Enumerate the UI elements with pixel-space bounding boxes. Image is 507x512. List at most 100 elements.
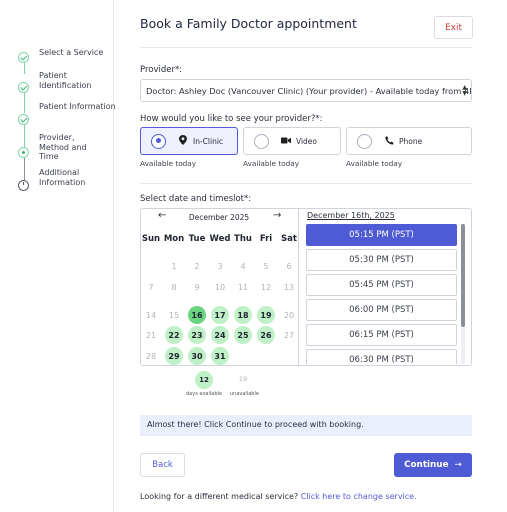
video-camera-icon [281, 137, 291, 146]
calendar-day-available[interactable]: 26 [257, 326, 275, 344]
weekday-header: Sat [281, 234, 297, 244]
weekday-header: Tue [188, 234, 206, 244]
legend-unavailable-label: unavailable [230, 391, 259, 397]
stepper-connector [23, 124, 25, 147]
calendar-day-unavailable: 11 [237, 282, 249, 292]
calendar-day-unavailable: 9 [194, 282, 200, 292]
calendar-day-available[interactable]: 19 [257, 306, 275, 324]
select-caret-icon: ▲ ▼ [462, 84, 467, 97]
location-pin-icon [178, 135, 188, 147]
calendar-day-unavailable: 4 [240, 261, 246, 271]
calendar-day-unavailable: 21 [145, 330, 157, 340]
step-label: Provider, Method and Time [39, 133, 87, 161]
weekday-header: Sun [141, 234, 161, 244]
timeslot-list: 05:15 PM (PST) 05:30 PM (PST) 05:45 PM (PS… [306, 224, 458, 364]
visit-option-video[interactable]: Video [243, 127, 341, 155]
calendar-day-available[interactable]: 22 [165, 326, 183, 344]
step-label: Patient Information [39, 102, 116, 111]
provider-select-value: Doctor: Ashley Doc (Vancouver Clinic) (Y… [146, 86, 472, 96]
checkmark-icon [18, 82, 29, 93]
back-button[interactable]: Back [140, 453, 185, 477]
calendar-day-available[interactable]: 31 [211, 347, 229, 365]
calendar-divider [298, 208, 299, 366]
change-service-link[interactable]: Click here to change service. [301, 492, 417, 501]
date-time-label: Select date and timeslot*: [140, 194, 252, 204]
availability-text: Available today [346, 159, 403, 168]
section-divider [140, 183, 472, 184]
timeslot-button[interactable]: 06:00 PM (PST) [306, 299, 457, 321]
continue-label: Continue [404, 460, 449, 470]
phone-icon [384, 135, 394, 147]
calendar-day-available[interactable]: 30 [188, 347, 206, 365]
availability-text: Available today [243, 159, 300, 168]
weekday-header: Fri [259, 234, 273, 244]
calendar-day-unavailable: 20 [283, 310, 295, 320]
continue-button[interactable]: Continue → [394, 453, 472, 477]
timeslot-button[interactable]: 06:30 PM (PST) [306, 349, 457, 364]
footer-question: Looking for a different medical service? [140, 492, 299, 501]
info-notice: Almost there! Click Continue to proceed … [140, 415, 472, 436]
step-label: Patient Identification [39, 71, 92, 90]
page-title: Book a Family Doctor appointment [140, 16, 357, 31]
calendar-day-unavailable: 12 [260, 282, 272, 292]
provider-select[interactable]: Doctor: Ashley Doc (Vancouver Clinic) (Y… [140, 79, 472, 102]
radio-button[interactable] [151, 133, 166, 149]
weekday-header: Thu [234, 234, 252, 244]
timeslot-scrollbar-thumb[interactable] [461, 224, 465, 327]
calendar-day-available[interactable]: 18 [234, 306, 252, 324]
visit-option-label: Phone [399, 136, 423, 146]
calendar-day-unavailable: 27 [283, 330, 295, 340]
timeslot-button[interactable]: 05:45 PM (PST) [306, 274, 457, 296]
radio-button[interactable] [254, 133, 269, 149]
calendar-day-unavailable: 5 [263, 261, 269, 271]
visit-option-in-clinic[interactable]: In-Clinic [140, 127, 238, 155]
radio-button[interactable] [357, 133, 372, 149]
checkmark-icon [18, 114, 29, 125]
calendar-day-unavailable: 14 [145, 310, 157, 320]
timeslot-button[interactable]: 05:30 PM (PST) [306, 249, 457, 271]
visit-option-label: In-Clinic [193, 136, 224, 146]
step-label: Select a Service [39, 48, 104, 57]
legend-available-badge: 12 [195, 371, 213, 389]
calendar-day-available[interactable]: 29 [165, 347, 183, 365]
calendar-day-unavailable: 6 [286, 261, 292, 271]
weekday-header: Wed [209, 234, 231, 244]
calendar-day-available[interactable]: 16 [188, 306, 206, 324]
calendar-day-available[interactable]: 24 [211, 326, 229, 344]
footer-text: Looking for a different medical service?… [140, 492, 417, 501]
calendar-day-unavailable: 7 [148, 282, 154, 292]
calendar-day-available[interactable]: 25 [234, 326, 252, 344]
legend-available-label: days available [186, 391, 222, 397]
stepper-connector [23, 92, 25, 113]
visit-type-label: How would you like to see your provider?… [140, 114, 323, 124]
calendar-day-unavailable: 8 [171, 282, 177, 292]
calendar-day-unavailable: 2 [194, 261, 200, 271]
calendar-day-unavailable: 1 [171, 261, 177, 271]
section-divider [140, 435, 472, 436]
timeslot-button[interactable]: 05:15 PM (PST) [306, 224, 457, 246]
legend-unavailable-count: 19 [238, 375, 248, 383]
stepper-connector [23, 158, 25, 180]
pending-step-icon [18, 180, 29, 191]
current-step-icon [18, 147, 29, 158]
checkmark-icon [18, 52, 29, 63]
calendar-day-unavailable: 3 [217, 261, 223, 271]
header-divider [140, 47, 472, 48]
step-label: Additional Information [39, 168, 86, 187]
weekday-header: Mon [163, 234, 185, 244]
calendar-day-unavailable: 28 [145, 351, 157, 361]
calendar-day-unavailable: 13 [283, 282, 295, 292]
next-month-icon[interactable]: → [273, 210, 281, 221]
arrow-right-icon: → [454, 460, 462, 470]
provider-label: Provider*: [140, 65, 183, 75]
selected-date-label: December 16th, 2025 [307, 211, 395, 220]
calendar-day-available[interactable]: 17 [211, 306, 229, 324]
calendar-day-available[interactable]: 23 [188, 326, 206, 344]
calendar-day-unavailable: 10 [214, 282, 226, 292]
exit-button[interactable]: Exit [434, 16, 473, 39]
availability-text: Available today [140, 159, 197, 168]
timeslot-button[interactable]: 06:15 PM (PST) [306, 324, 457, 346]
visit-option-phone[interactable]: Phone [346, 127, 472, 155]
visit-option-label: Video [296, 136, 318, 146]
calendar-day-unavailable: 15 [168, 310, 180, 320]
